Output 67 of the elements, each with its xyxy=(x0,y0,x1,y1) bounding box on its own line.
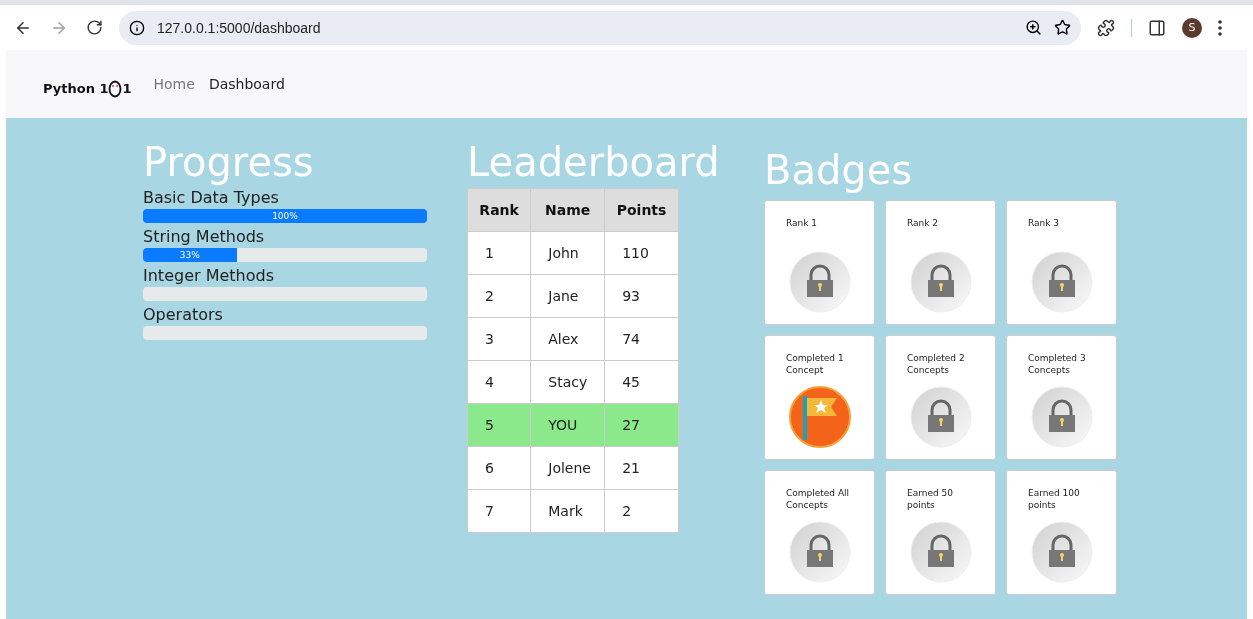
menu-button[interactable] xyxy=(1216,17,1224,38)
topic-label: String Methods xyxy=(143,227,266,246)
table-cell: Jane xyxy=(530,274,605,318)
table-cell: 1 xyxy=(467,231,531,275)
table-cell: 93 xyxy=(604,274,679,318)
table-cell: Alex xyxy=(530,317,605,361)
padlock-icon xyxy=(909,521,972,583)
flag-badge-icon xyxy=(788,386,851,448)
padlock-icon xyxy=(1030,251,1093,313)
reload-button[interactable] xyxy=(84,17,105,38)
padlock-icon xyxy=(1030,521,1093,583)
table-cell: Stacy xyxy=(530,360,605,404)
topic-label: Operators xyxy=(143,305,224,324)
table-cell: 3 xyxy=(467,317,531,361)
brand-text[interactable]: Python 1 xyxy=(43,80,109,96)
badge-label: Rank 1 xyxy=(786,217,819,230)
topic-label: Basic Data Types xyxy=(143,188,280,207)
profile-avatar[interactable]: S xyxy=(1182,17,1202,38)
nav-link[interactable]: Dashboard xyxy=(208,76,285,92)
column-header: Rank xyxy=(467,188,531,232)
snake-egg-icon xyxy=(108,78,123,98)
side-panel-icon xyxy=(1148,18,1166,37)
info-icon xyxy=(129,19,145,36)
table-cell: 45 xyxy=(604,360,679,404)
table-cell: John xyxy=(530,231,605,275)
padlock-icon xyxy=(1030,386,1093,448)
table-cell: 21 xyxy=(604,446,679,490)
menu-icon xyxy=(1218,19,1222,36)
badge-label: Earned 50 points xyxy=(907,487,954,512)
table-cell: 4 xyxy=(467,360,531,404)
puzzle-icon xyxy=(1097,18,1115,37)
address-bar[interactable]: 127.0.0.1:5000/dashboard xyxy=(119,10,1081,45)
zoom-icon[interactable] xyxy=(1025,19,1042,36)
padlock-icon xyxy=(788,251,851,313)
section-title: Progress xyxy=(143,140,315,184)
padlock-icon xyxy=(909,386,972,448)
table-cell: YOU xyxy=(530,403,605,447)
table-cell: 2 xyxy=(467,274,531,318)
badge-label: Earned 100 points xyxy=(1028,487,1081,512)
topic-label: Integer Methods xyxy=(143,266,275,285)
table-cell: 6 xyxy=(467,446,531,490)
bookmark-star-icon[interactable] xyxy=(1054,19,1071,36)
badge-label: Completed All Concepts xyxy=(786,487,851,512)
table-cell: 74 xyxy=(604,317,679,361)
brand-text[interactable]: 1 xyxy=(122,80,132,96)
table-cell: Mark xyxy=(530,489,605,533)
badge-label: Completed 1 Concept xyxy=(786,352,845,377)
padlock-icon xyxy=(788,521,851,583)
section-title: Leaderboard xyxy=(467,140,721,184)
table-cell: Jolene xyxy=(530,446,605,490)
table-cell: 7 xyxy=(467,489,531,533)
table-cell: 2 xyxy=(604,489,679,533)
table-cell: 27 xyxy=(604,403,679,447)
table-cell: 110 xyxy=(604,231,679,275)
padlock-icon xyxy=(909,251,972,313)
progress-fill: 33% xyxy=(143,248,237,262)
section-title: Badges xyxy=(764,148,914,192)
badge-label: Completed 2 Concepts xyxy=(907,352,966,377)
column-header: Name xyxy=(530,188,605,232)
table-cell: 5 xyxy=(467,403,531,447)
progress-fill: 100% xyxy=(143,209,427,223)
reload-icon xyxy=(86,19,103,36)
badge-label: Rank 2 xyxy=(907,217,940,230)
column-header: Points xyxy=(604,188,679,232)
nav-link[interactable]: Home xyxy=(153,76,195,92)
badge-label: Rank 3 xyxy=(1028,217,1061,230)
badge-label: Completed 3 Concepts xyxy=(1028,352,1087,377)
